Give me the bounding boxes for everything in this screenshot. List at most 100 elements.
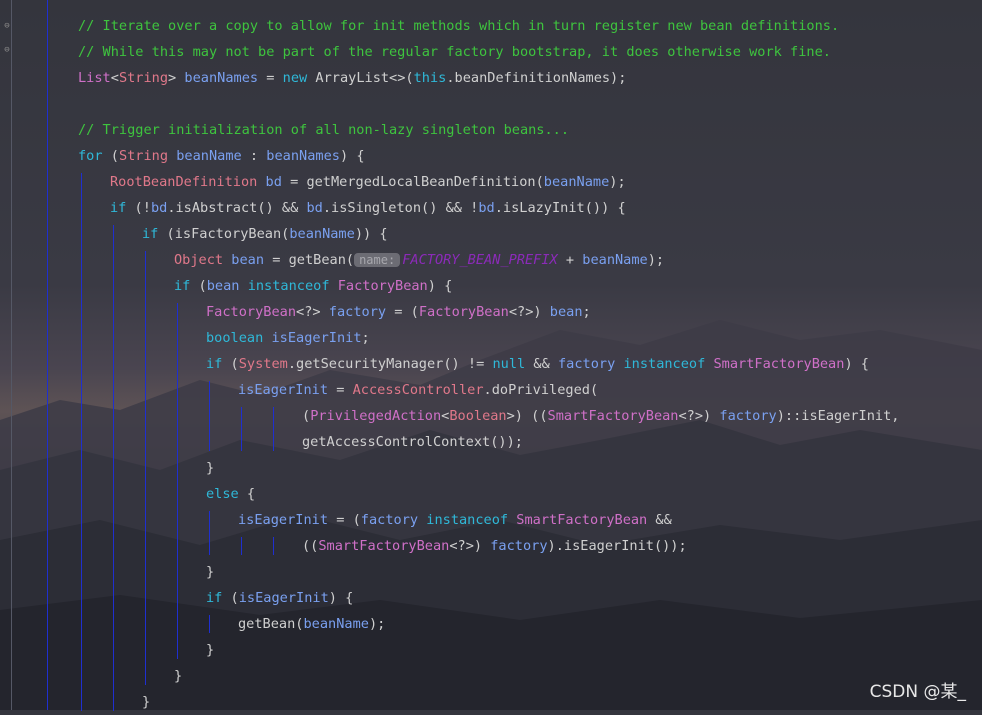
code-token: bean: [231, 252, 265, 268]
code-token: if: [110, 200, 127, 216]
code-line[interactable]: for (String beanName : beanNames) {: [78, 143, 365, 169]
code-token: null: [492, 356, 526, 372]
code-token: getBean(: [238, 616, 304, 632]
gutter-divider: [11, 0, 12, 710]
code-token: = getBean(: [264, 252, 355, 268]
code-token: RootBeanDefinition: [110, 174, 258, 190]
code-token: Object: [174, 252, 224, 268]
code-line[interactable]: Object bean = getBean(name: FACTORY_BEAN_…: [174, 247, 664, 273]
code-token: =: [258, 70, 283, 86]
code-line[interactable]: // Iterate over a copy to allow for init…: [78, 13, 839, 39]
code-line[interactable]: }: [174, 663, 182, 689]
code-token: factory: [719, 408, 777, 424]
indent-guide-line: [145, 251, 146, 685]
code-token: ) {: [844, 356, 869, 372]
code-token: if: [206, 590, 223, 606]
code-line[interactable]: if (System.getSecurityManager() != null …: [206, 351, 869, 377]
code-token: for: [78, 148, 103, 164]
code-line[interactable]: }: [206, 559, 214, 585]
code-token: beanName: [303, 616, 369, 632]
code-line[interactable]: }: [206, 637, 214, 663]
code-line[interactable]: if (bean instanceof FactoryBean) {: [174, 273, 452, 299]
code-line[interactable]: RootBeanDefinition bd = getMergedLocalBe…: [110, 169, 626, 195]
code-token: = (: [386, 304, 419, 320]
code-line[interactable]: isEagerInit = (factory instanceof SmartF…: [238, 507, 672, 533]
code-token: beanName: [582, 252, 648, 268]
fold-marker-icon[interactable]: ⊖: [3, 22, 11, 31]
code-token: .beanDefinitionNames);: [446, 70, 627, 86]
code-token: ).isEagerInit());: [547, 538, 687, 554]
code-token: bd: [478, 200, 495, 216]
indent-guide-line: [113, 225, 114, 711]
code-line[interactable]: (PrivilegedAction<Boolean>) ((SmartFacto…: [302, 403, 899, 429]
code-token: &&: [647, 512, 672, 528]
code-token: getAccessControlContext());: [302, 434, 523, 450]
code-token: beanNames: [266, 148, 340, 164]
code-token: {: [238, 486, 256, 502]
code-line[interactable]: getBean(beanName);: [238, 611, 385, 637]
code-token: );: [609, 174, 626, 190]
code-token: if: [142, 226, 159, 242]
code-line[interactable]: }: [206, 455, 214, 481]
code-token: instanceof: [623, 356, 706, 372]
code-line[interactable]: List<String> beanNames = new ArrayList<>…: [78, 65, 626, 91]
indent-guide-line: [81, 173, 82, 711]
code-token: >) ((: [506, 408, 548, 424]
code-token: )::isEagerInit,: [776, 408, 900, 424]
code-token: boolean: [206, 330, 264, 346]
code-token: FACTORY_BEAN_PREFIX: [402, 252, 558, 268]
code-token: if: [174, 278, 191, 294]
code-token: <?>: [296, 304, 329, 320]
code-token: ) {: [427, 278, 453, 294]
code-token: <: [110, 70, 119, 86]
fold-marker-icon[interactable]: ⊖: [3, 46, 11, 55]
code-token: .getSecurityManager() !=: [287, 356, 493, 372]
code-line[interactable]: if (isFactoryBean(beanName)) {: [142, 221, 388, 247]
code-line[interactable]: FactoryBean<?> factory = (FactoryBean<?>…: [206, 299, 591, 325]
indent-guide-line: [47, 0, 48, 710]
code-token: else: [206, 486, 239, 502]
code-line[interactable]: if (!bd.isAbstract() && bd.isSingleton()…: [110, 195, 626, 221]
code-line[interactable]: // Trigger initialization of all non-laz…: [78, 117, 569, 143]
code-token: Boolean: [449, 408, 507, 424]
code-line[interactable]: getAccessControlContext());: [302, 429, 523, 455]
code-token: (isFactoryBean(: [158, 226, 290, 242]
indent-guide-line: [209, 511, 210, 555]
code-token: =: [328, 382, 353, 398]
code-line[interactable]: if (isEagerInit) {: [206, 585, 353, 611]
code-token: List: [78, 70, 111, 86]
code-token: (: [190, 278, 207, 294]
code-token: factory: [328, 304, 387, 320]
code-token: FactoryBean: [206, 304, 297, 320]
code-token: }: [142, 694, 151, 710]
code-token: +: [557, 252, 583, 268]
code-token: PrivilegedAction: [310, 408, 442, 424]
code-token: );: [647, 252, 665, 268]
code-token: (: [222, 590, 239, 606]
code-token: new: [282, 70, 308, 86]
code-token: beanName: [543, 174, 610, 190]
code-token: // While this may not be part of the reg…: [78, 44, 831, 60]
code-token: (: [302, 408, 311, 424]
code-line[interactable]: else {: [206, 481, 255, 507]
editor-gutter: ⊖ ⊖: [0, 0, 16, 710]
code-line[interactable]: ((SmartFactoryBean<?>) factory).isEagerI…: [302, 533, 687, 559]
code-token: SmartFactoryBean: [547, 408, 679, 424]
code-token: SmartFactoryBean: [713, 356, 845, 372]
code-token: <?>): [449, 538, 491, 554]
code-line[interactable]: boolean isEagerInit;: [206, 325, 370, 351]
code-token: FactoryBean: [418, 304, 509, 320]
code-token: .isAbstract() &&: [167, 200, 307, 216]
code-token: FactoryBean: [337, 278, 428, 294]
code-line[interactable]: isEagerInit = AccessController.doPrivile…: [238, 377, 598, 403]
code-line[interactable]: }: [142, 689, 150, 715]
code-token: <?>): [678, 408, 720, 424]
indent-guide-line: [177, 303, 178, 659]
code-token: .doPrivileged(: [483, 382, 599, 398]
code-token: }: [206, 460, 215, 476]
code-token: // Trigger initialization of all non-laz…: [78, 122, 570, 138]
code-token: .isLazyInit()) {: [494, 200, 626, 216]
code-line[interactable]: // While this may not be part of the reg…: [78, 39, 831, 65]
code-token: }: [174, 668, 183, 684]
